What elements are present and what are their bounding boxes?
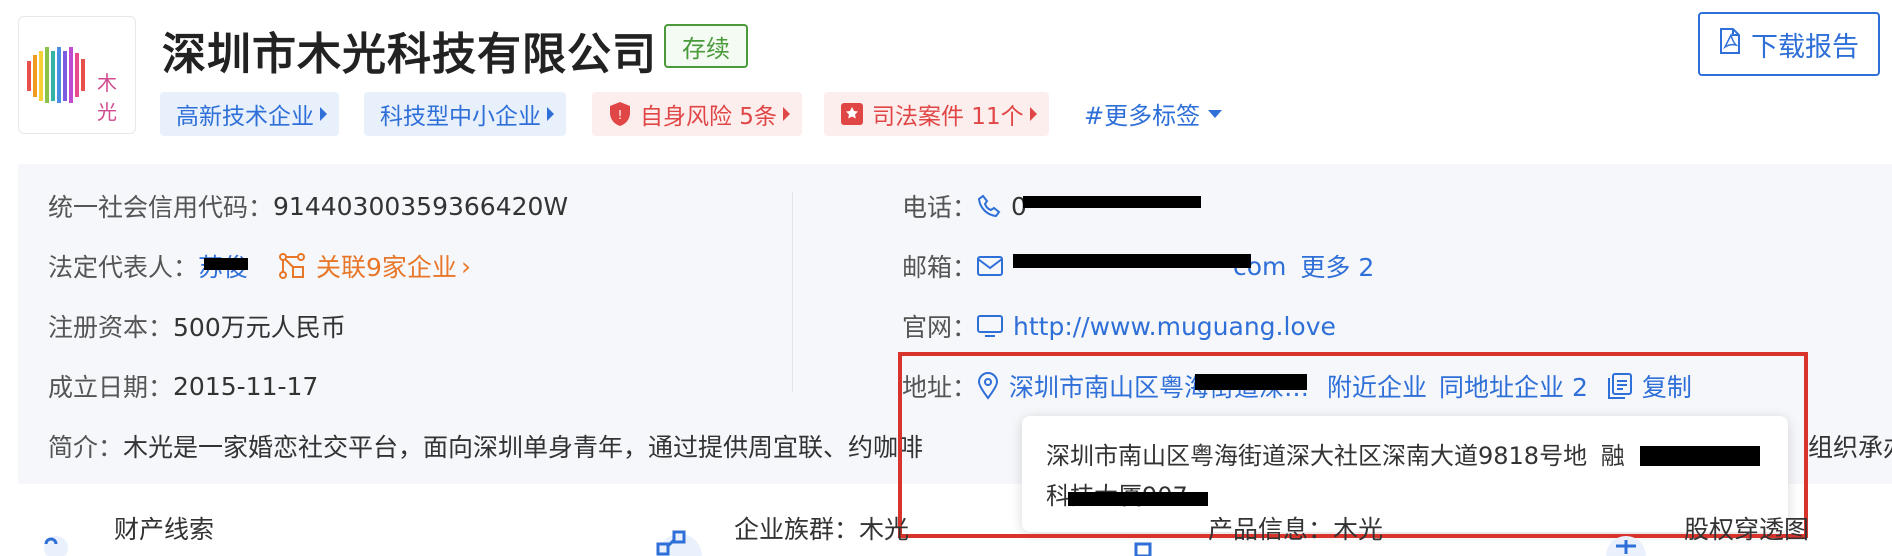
chevron-right-icon: › [460, 251, 471, 281]
network-icon [278, 252, 306, 280]
phone-row: 电话： 0 [902, 188, 1202, 224]
phone-icon [977, 194, 1001, 218]
tag-sme[interactable]: 科技型中小企业 [364, 92, 566, 136]
intro-row: 简介： 木光是一家婚恋社交平台，面向深圳单身青年，通过提供周宜联、约咖啡 [48, 428, 923, 464]
legal-rep-link[interactable]: 苏俊 [198, 248, 248, 284]
website-row: 官网： http://www.muguang.love [902, 311, 1336, 343]
email-row: 邮箱： com 更多 2 [902, 248, 1374, 284]
property-clue-link[interactable]: 财产线索 [114, 510, 214, 546]
svg-text:!: ! [618, 108, 623, 122]
related-companies-link[interactable]: 关联9家企业 [316, 248, 457, 284]
tag-self-risk[interactable]: ! 自身风险 5条 [592, 92, 802, 136]
phone-value: 0 [1011, 192, 1202, 221]
chevron-down-icon [1208, 109, 1223, 118]
status-badge: 存续 [664, 24, 748, 68]
email-more-link[interactable]: 更多 2 [1300, 248, 1374, 284]
mail-icon [977, 256, 1004, 276]
group-icon [640, 516, 720, 556]
redaction [1023, 195, 1202, 208]
caret-right-icon [1029, 107, 1037, 121]
intro-text: 木光是一家婚恋社交平台，面向深圳单身青年，通过提供周宜联、约咖啡 [123, 433, 924, 462]
intro-tail: 组织承办 [1808, 433, 1892, 462]
tag-high-tech[interactable]: 高新技术企业 [160, 92, 339, 136]
download-report-button[interactable]: 下载报告 [1698, 12, 1880, 76]
equity-chart-icon [1604, 516, 1684, 556]
more-tags-link[interactable]: #更多标签 [1084, 96, 1223, 131]
redaction [204, 258, 249, 270]
legal-rep-row: 法定代表人： 苏俊 关联9家企业 › [48, 248, 471, 284]
download-label: 下载报告 [1751, 31, 1859, 63]
email-value[interactable]: com [1013, 252, 1286, 281]
shield-icon: ! [608, 101, 632, 127]
tag-judicial-cases[interactable]: 司法案件 11个 [824, 92, 1049, 136]
logo-text: 木光 [97, 71, 117, 124]
product-icon [1120, 516, 1200, 556]
website-link[interactable]: http://www.muguang.love [1013, 312, 1336, 341]
redaction [1013, 253, 1252, 268]
credit-code-row: 统一社会信用代码： 91440300359366420W [48, 191, 569, 223]
caret-right-icon [320, 107, 327, 121]
capital-row: 注册资本： 500万元人民币 [48, 313, 346, 342]
credit-code-value: 91440300359366420W [273, 191, 569, 221]
caret-right-icon [782, 107, 790, 121]
pdf-icon [1719, 27, 1741, 62]
company-logo: 木光 [18, 16, 136, 134]
founded-row: 成立日期： 2015-11-17 [48, 371, 319, 403]
company-name: 深圳市木光科技有限公司 [162, 29, 657, 80]
gavel-icon [840, 102, 864, 126]
monitor-icon [977, 314, 1004, 338]
caret-right-icon [547, 107, 554, 121]
product-info-link[interactable]: 产品信息：木光 [1208, 510, 1383, 546]
enterprise-group-link[interactable]: 企业族群：木光 [734, 510, 909, 546]
property-clue-icon [30, 516, 110, 556]
equity-chart-link[interactable]: 股权穿透图 [1684, 510, 1809, 546]
column-divider [792, 192, 793, 392]
